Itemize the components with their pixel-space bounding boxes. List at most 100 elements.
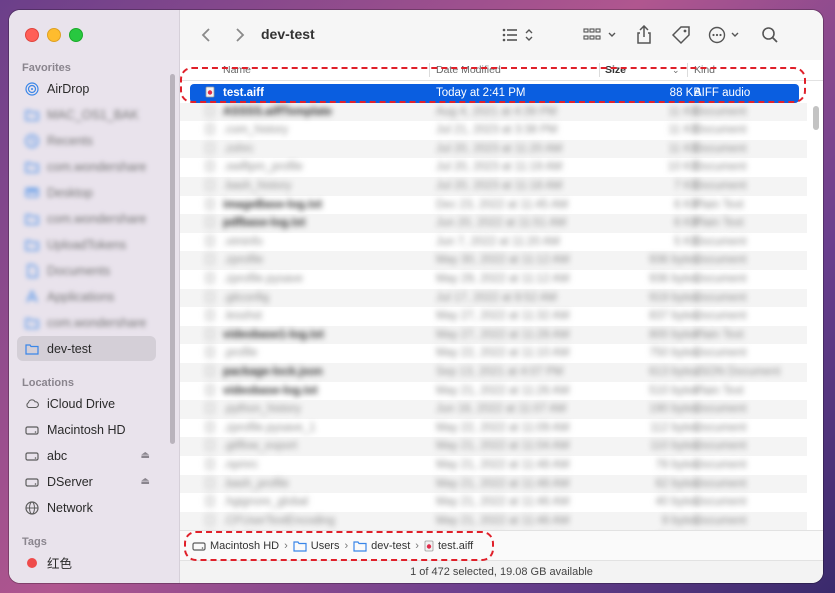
- column-size[interactable]: Size: [605, 64, 626, 76]
- view-options-button[interactable]: [500, 24, 536, 46]
- folder-icon: [25, 316, 39, 330]
- sidebar-item-label: DServer: [47, 474, 93, 489]
- column-kind[interactable]: Kind: [694, 64, 715, 76]
- file-date: May 22, 2022 at 11:09 AM: [436, 421, 570, 434]
- path-separator-icon: ›: [344, 540, 349, 552]
- file-row[interactable]: .viminfo Jun 7, 2022 at 11:20 AM 5 KB Docum…: [180, 233, 807, 252]
- file-row[interactable]: videobase1-log.txt May 27, 2022 at 11:28 …: [180, 325, 807, 345]
- group-button[interactable]: [583, 24, 619, 46]
- file-icon: [205, 160, 215, 175]
- file-row[interactable]: .zprofile.pysave_1 May 22, 2022 at 11:09 …: [180, 419, 807, 438]
- sidebar-item-com-wondershare[interactable]: com.wondershare: [17, 206, 156, 231]
- file-icon: [205, 198, 215, 213]
- file-row[interactable]: .swiftpm_profile Jul 20, 2023 at 11:19 AM…: [180, 158, 807, 177]
- file-row[interactable]: .bash_profile May 21, 2022 at 11:48 AM 62 …: [180, 474, 807, 494]
- file-row[interactable]: pdfbase-log.txt Jun 20, 2022 at 11:51 AM 6…: [180, 214, 807, 233]
- file-kind: Document: [694, 440, 747, 453]
- file-date: May 21, 2022 at 11:46 AM: [436, 514, 570, 527]
- sidebar-item-documents[interactable]: Documents: [17, 258, 156, 283]
- tag-icon: [671, 26, 690, 45]
- file-row[interactable]: .zprofile.pysave May 29, 2022 at 11:12 AM…: [180, 270, 807, 289]
- disk-icon: [25, 475, 39, 489]
- file-row[interactable]: test.aiff Today at 2:41 PM 88 KB AIFF audio: [190, 84, 799, 103]
- sidebar-item-uploadtokens[interactable]: UploadTokens: [17, 232, 156, 257]
- file-kind: Document: [694, 291, 747, 304]
- file-row[interactable]: .zshrc Jul 20, 2023 at 11:20 AM 11 KB Docum…: [180, 139, 807, 159]
- sidebar-item-macintosh-hd[interactable]: Macintosh HD: [17, 417, 156, 442]
- path-segment-test-aiff[interactable]: test.aiff: [424, 540, 473, 552]
- sidebar-tag-red[interactable]: 红色: [17, 550, 156, 575]
- file-name: .zprofile.pysave: [223, 273, 303, 285]
- back-button[interactable]: [198, 24, 214, 46]
- file-date: May 30, 2022 at 11:12 AM: [436, 254, 570, 267]
- file-name: .python_history: [223, 403, 301, 416]
- zoom-window-button[interactable]: [69, 28, 83, 42]
- forward-button[interactable]: [232, 24, 248, 46]
- sidebar-item-com-wondershare[interactable]: com.wondershare: [17, 154, 156, 179]
- column-divider[interactable]: [429, 63, 430, 77]
- file-row[interactable]: package-lock.json Sep 13, 2021 at 4:07 PM…: [180, 363, 807, 382]
- folder-icon: [293, 540, 307, 552]
- disk-icon: [192, 540, 206, 552]
- sidebar-item-airdrop[interactable]: AirDrop: [17, 76, 156, 101]
- file-icon: [205, 142, 215, 157]
- file-name: .lesshst: [223, 310, 262, 323]
- file-date: Sep 13, 2021 at 4:07 PM: [436, 366, 564, 378]
- sidebar-item-desktop[interactable]: Desktop: [17, 180, 156, 205]
- sidebar-item-icloud-drive[interactable]: iCloud Drive: [17, 391, 156, 416]
- path-segment-dev-test[interactable]: dev-test: [353, 540, 410, 552]
- column-date-modified[interactable]: Date Modified: [436, 64, 501, 76]
- file-date: Jun 7, 2022 at 11:20 AM: [436, 235, 560, 248]
- sidebar-item-mac-os1-bak[interactable]: MAC_OS1_BAK: [17, 102, 156, 127]
- file-row[interactable]: .gitconfig Jul 17, 2022 at 8:52 AM 919 byt…: [180, 288, 807, 308]
- file-icon: [205, 105, 215, 120]
- file-kind: Document: [694, 142, 747, 155]
- file-icon: [205, 346, 215, 361]
- file-icon: [205, 384, 215, 399]
- file-row[interactable]: .python_history Jun 16, 2022 at 11:07 AM 1…: [180, 400, 807, 419]
- column-name[interactable]: Name: [223, 64, 251, 76]
- file-row[interactable]: ASSSS.aiffTemplate Aug 4, 2021 at 4:39 PM…: [180, 102, 807, 122]
- file-row[interactable]: imageBase-log.txt Dec 23, 2022 at 11:45 A…: [180, 196, 807, 215]
- sidebar: Favorites AirDrop MAC_OS1_BAK Recents com.w…: [9, 10, 180, 583]
- eject-icon[interactable]: ⏏: [141, 476, 150, 487]
- column-divider[interactable]: [599, 63, 600, 77]
- file-row[interactable]: .CFUserTextEncoding May 21, 2022 at 11:46…: [180, 511, 807, 531]
- file-kind: Document: [694, 403, 747, 416]
- sidebar-item-label: Macintosh HD: [47, 422, 126, 437]
- file-row[interactable]: .bash_history Jul 20, 2023 at 11:18 AM 7 K…: [180, 177, 807, 196]
- column-divider[interactable]: [687, 63, 688, 77]
- sidebar-item-com-wondershare[interactable]: com.wondershare: [17, 310, 156, 335]
- file-row[interactable]: .com_history Jul 21, 2023 at 3:38 PM 11 KB…: [180, 121, 807, 140]
- sidebar-scrollbar[interactable]: [170, 74, 175, 444]
- path-segment-users[interactable]: Users: [293, 540, 339, 552]
- search-button[interactable]: [760, 24, 780, 46]
- tag-button[interactable]: [670, 24, 692, 46]
- file-date: Jul 20, 2023 at 11:20 AM: [436, 142, 563, 155]
- sidebar-item-dev-test[interactable]: dev-test: [17, 336, 156, 361]
- file-row[interactable]: .zprofile May 30, 2022 at 11:12 AM 936 byt…: [180, 251, 807, 270]
- sidebar-item-dserver[interactable]: DServer ⏏: [17, 469, 156, 494]
- sidebar-item-label: Desktop: [47, 185, 93, 200]
- close-window-button[interactable]: [25, 28, 39, 42]
- file-row[interactable]: videobase-log.txt May 21, 2022 at 11:26 A…: [180, 382, 807, 401]
- path-segment-macintosh-hd[interactable]: Macintosh HD: [192, 540, 279, 552]
- action-menu-button[interactable]: [708, 24, 744, 46]
- file-row[interactable]: .lesshst May 27, 2022 at 11:32 AM 837 byte…: [180, 307, 807, 326]
- share-button[interactable]: [634, 24, 654, 46]
- sidebar-item-network[interactable]: Network: [17, 495, 156, 520]
- file-name: ASSSS.aiffTemplate: [223, 105, 333, 118]
- file-name: .gitflow_export: [223, 440, 298, 453]
- file-row[interactable]: .gitflow_export May 21, 2022 at 11:04 AM 1…: [180, 437, 807, 456]
- file-kind: AIFF audio: [694, 87, 751, 99]
- file-row[interactable]: .hgignore_global May 21, 2022 at 11:46 AM…: [180, 493, 807, 512]
- eject-icon[interactable]: ⏏: [141, 450, 150, 461]
- file-row[interactable]: .profile May 22, 2022 at 11:10 AM 750 byte…: [180, 344, 807, 363]
- sidebar-item-recents[interactable]: Recents: [17, 128, 156, 153]
- applications-icon: [25, 290, 39, 304]
- sidebar-item-applications[interactable]: Applications: [17, 284, 156, 309]
- sidebar-item-abc[interactable]: abc ⏏: [17, 443, 156, 468]
- minimize-window-button[interactable]: [47, 28, 61, 42]
- file-list-scrollbar[interactable]: [813, 106, 819, 130]
- file-row[interactable]: .npmrc May 21, 2022 at 11:48 AM 78 bytes Do…: [180, 456, 807, 475]
